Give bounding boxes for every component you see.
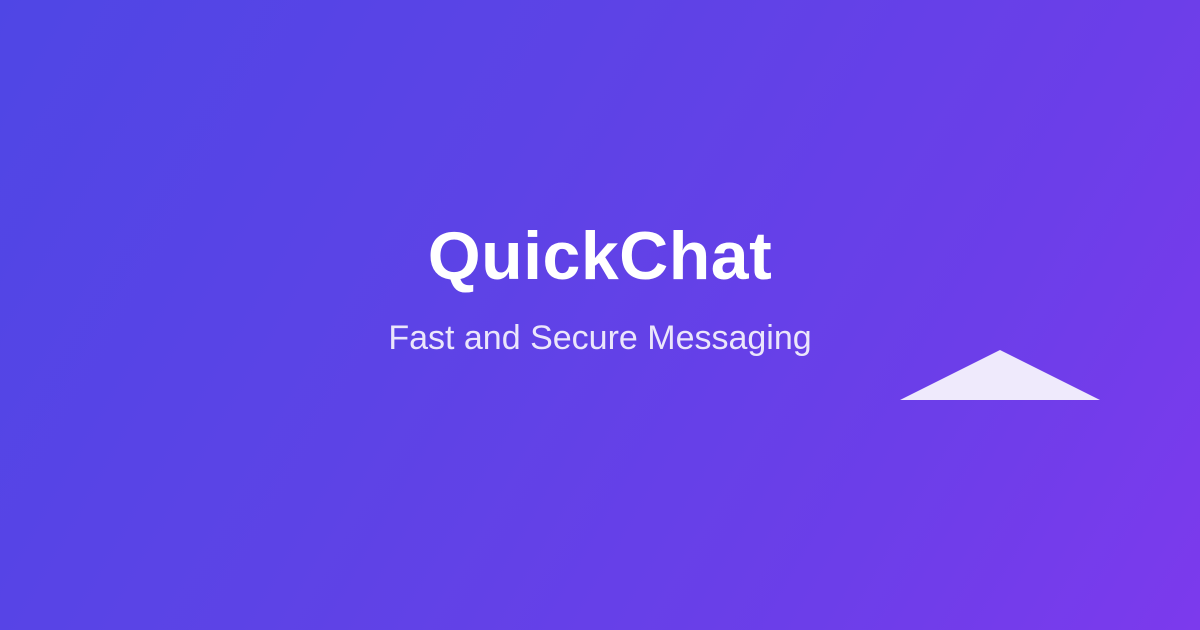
triangle-icon [900,350,1100,400]
triangle-shape [900,350,1100,400]
hero-banner: QuickChat Fast and Secure Messaging [0,0,1200,630]
hero-content: QuickChat Fast and Secure Messaging [0,0,1200,630]
app-title: QuickChat [427,218,773,294]
